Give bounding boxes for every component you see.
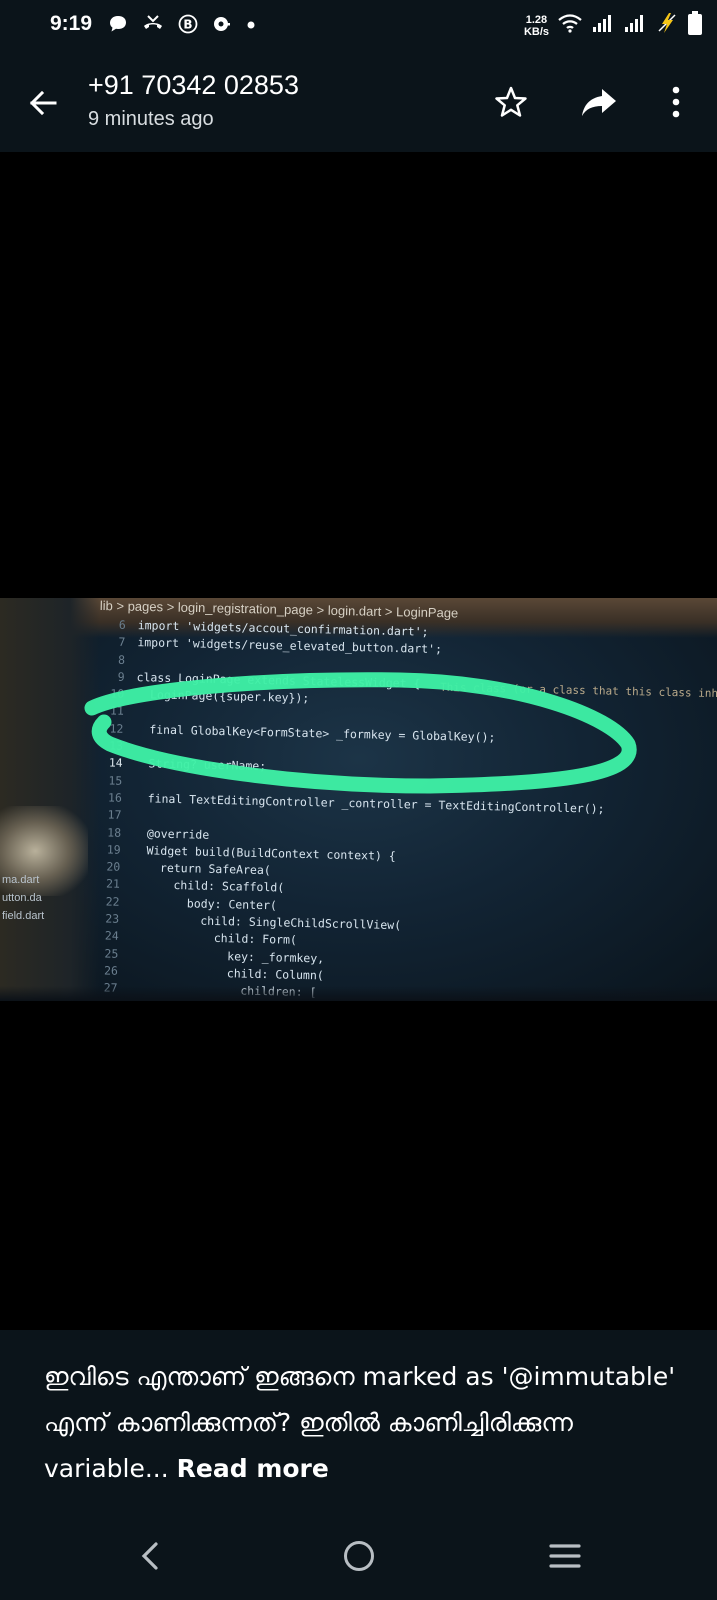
line-number: 20 bbox=[106, 859, 121, 874]
line-number: 17 bbox=[107, 807, 122, 823]
star-button[interactable] bbox=[487, 78, 535, 126]
line-number: 13 bbox=[109, 738, 124, 753]
line-number: 26 bbox=[103, 963, 119, 978]
line-number: 22 bbox=[105, 894, 120, 909]
system-nav-bar bbox=[0, 1506, 717, 1600]
signal-icon bbox=[591, 12, 615, 39]
network-speed-unit: KB/s bbox=[523, 25, 549, 38]
caption-bar: ഇവിടെ എന്താണ് ഇങ്ങനെ marked as '@immutab… bbox=[0, 1330, 717, 1506]
line-number: 6 bbox=[118, 617, 126, 632]
status-time: 9:19 bbox=[50, 12, 93, 35]
signal-icon bbox=[623, 12, 647, 39]
code-text: String? userName; bbox=[134, 756, 267, 774]
battery-icon bbox=[687, 10, 703, 41]
nav-back-icon bbox=[141, 1542, 158, 1570]
line-number: 11 bbox=[109, 704, 125, 719]
more-vert-icon bbox=[672, 86, 680, 118]
svg-text:B: B bbox=[183, 18, 192, 32]
vpn-key-icon bbox=[212, 14, 232, 39]
line-number: 25 bbox=[104, 946, 119, 961]
more-options-button[interactable] bbox=[652, 78, 700, 126]
forward-button[interactable] bbox=[575, 78, 623, 126]
caption-body: ഇവിടെ എന്താണ് ഇങ്ങനെ marked as '@immutab… bbox=[44, 1362, 676, 1483]
line-number: 15 bbox=[108, 773, 123, 788]
nav-recents-icon bbox=[549, 1544, 581, 1568]
forward-arrow-icon bbox=[582, 89, 616, 116]
nav-back-button[interactable] bbox=[120, 1526, 180, 1586]
status-notification-icons: B bbox=[108, 14, 256, 39]
wifi-icon bbox=[557, 12, 583, 39]
line-number: 8 bbox=[117, 652, 126, 667]
contact-name: +91 70342 02853 bbox=[88, 70, 299, 100]
b-circle-icon: B bbox=[178, 14, 198, 39]
line-number: 10 bbox=[110, 686, 125, 702]
back-button[interactable] bbox=[20, 80, 66, 126]
arrow-left-icon bbox=[29, 90, 57, 116]
line-number: 24 bbox=[104, 928, 119, 944]
status-bar: 9:19 B 1.28 KB/s bbox=[0, 0, 717, 52]
line-number: 14 bbox=[108, 755, 123, 771]
caption-text: ഇവിടെ എന്താണ് ഇങ്ങനെ marked as '@immutab… bbox=[44, 1354, 684, 1492]
charging-bolt-icon bbox=[655, 11, 679, 40]
nav-home-button[interactable] bbox=[329, 1526, 389, 1586]
line-number: 7 bbox=[118, 634, 126, 650]
code-editor: 6 import 'widgets/accout_confirmation.dar… bbox=[79, 616, 717, 1001]
sidebar-file-1: ma.dart bbox=[2, 874, 40, 886]
dot-icon bbox=[246, 14, 256, 39]
sidebar-file-2: utton.da bbox=[2, 892, 42, 904]
line-number: 9 bbox=[117, 669, 125, 684]
line-number: 19 bbox=[106, 842, 121, 857]
photo-bottom-edge bbox=[0, 986, 717, 1001]
status-system-icons: 1.28 KB/s bbox=[524, 10, 703, 41]
line-number: 12 bbox=[109, 721, 124, 736]
nav-recents-button[interactable] bbox=[535, 1526, 595, 1586]
network-speed-value: 1.28 bbox=[525, 13, 548, 26]
nav-home-icon bbox=[344, 1541, 374, 1571]
sidebar-file-3: field.dart bbox=[2, 910, 45, 922]
read-more-link[interactable]: Read more bbox=[177, 1454, 329, 1483]
code-text: @override bbox=[132, 825, 210, 842]
viewer-header: +91 70342 02853 9 minutes ago bbox=[0, 52, 717, 152]
line-number: 18 bbox=[107, 825, 122, 840]
star-outline-icon bbox=[495, 86, 527, 117]
network-speed: 1.28 KB/s bbox=[524, 14, 549, 38]
chat-bubble-icon bbox=[108, 14, 128, 39]
line-number: 21 bbox=[105, 876, 121, 892]
line-number: 16 bbox=[107, 790, 123, 805]
missed-call-icon bbox=[142, 14, 164, 39]
line-number: 23 bbox=[105, 911, 120, 926]
message-timestamp: 9 minutes ago bbox=[88, 108, 214, 130]
shared-photo[interactable]: lib > pages > login_registration_page > … bbox=[0, 598, 717, 1001]
